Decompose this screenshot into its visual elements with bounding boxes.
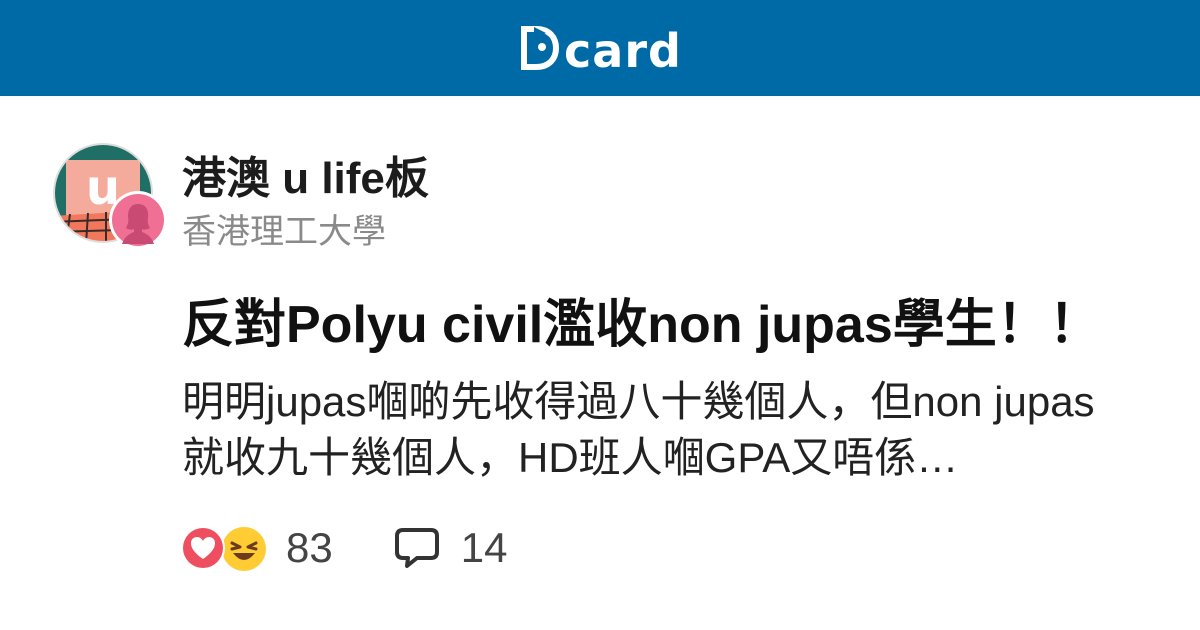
female-avatar-icon[interactable] xyxy=(108,190,168,250)
reaction-icons[interactable] xyxy=(180,523,272,573)
top-bar: card xyxy=(0,0,1200,96)
author-school: 香港理工大學 xyxy=(182,213,386,251)
laugh-reaction-icon xyxy=(222,527,266,571)
post-excerpt: 明明jupas嗰啲先收得過八十幾個人，但non jupas就收九十幾個人，HD班… xyxy=(182,378,1095,481)
comment-count: 14 xyxy=(460,524,508,571)
comment-icon[interactable] xyxy=(393,525,441,571)
logo-text: card xyxy=(564,24,682,78)
post-stats: 83 14 xyxy=(180,522,507,574)
board-name[interactable]: 港澳 u life板 xyxy=(182,142,429,206)
dcard-d-logo-icon xyxy=(521,26,560,70)
dcard-logo[interactable]: card xyxy=(518,22,682,74)
reaction-count: 83 xyxy=(286,524,333,571)
post-title[interactable]: 反對Polyu civil濫收non jupas學生！！ xyxy=(182,282,1101,357)
heart-reaction-icon xyxy=(181,526,225,570)
